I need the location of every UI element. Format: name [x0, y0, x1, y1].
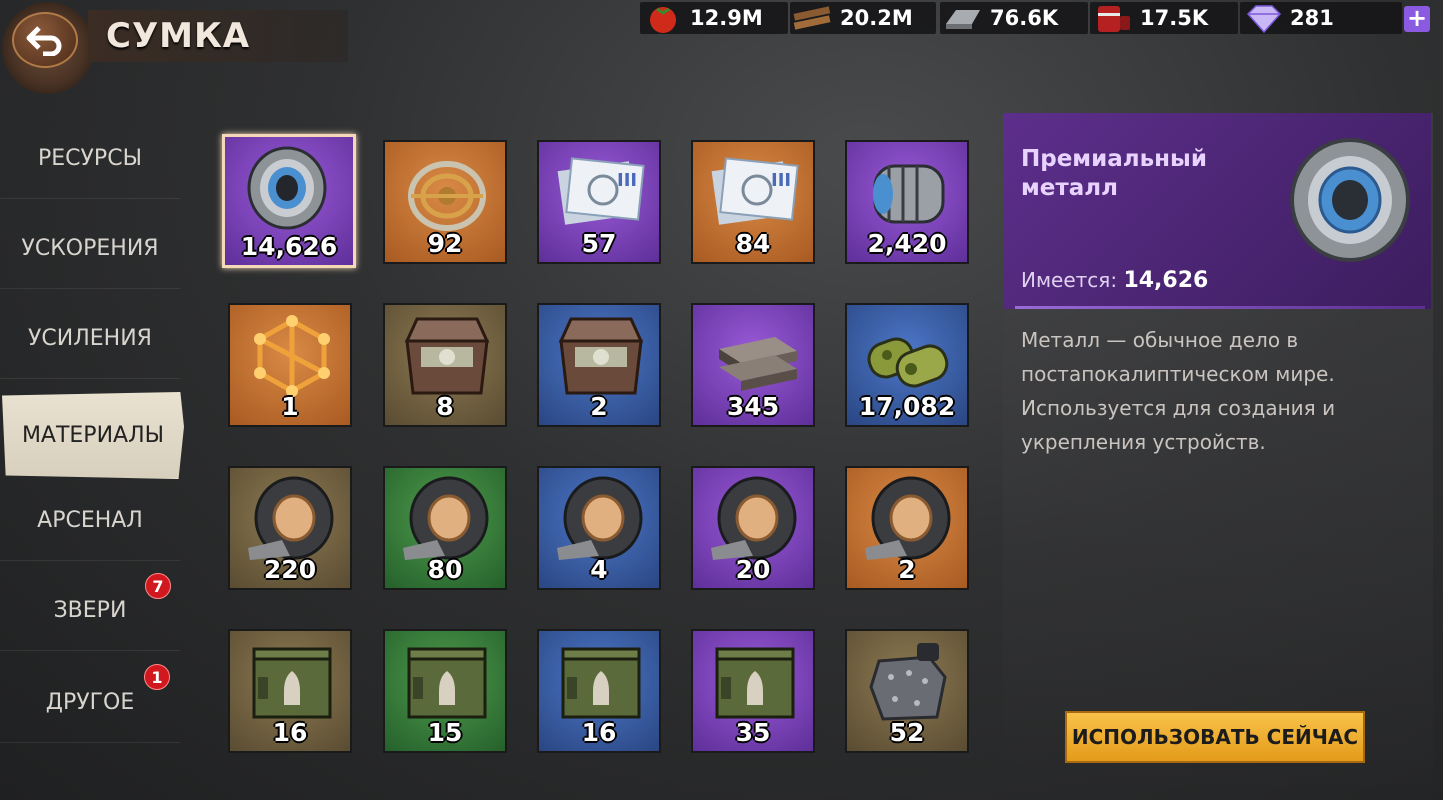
- svg-text:III: III: [771, 170, 791, 191]
- item-slot[interactable]: 345: [691, 303, 815, 427]
- item-count: 16: [581, 718, 617, 747]
- resource-value: 76.6K: [990, 6, 1059, 30]
- bearing-icon: [1290, 138, 1410, 262]
- item-slot[interactable]: 15: [383, 629, 507, 753]
- item-count: 8: [436, 392, 454, 421]
- add-diamonds-button[interactable]: +: [1404, 6, 1430, 32]
- svg-text:III: III: [617, 170, 637, 191]
- item-slot[interactable]: 2: [537, 303, 661, 427]
- item-slot[interactable]: 20: [691, 466, 815, 590]
- back-arrow-icon: [26, 26, 62, 56]
- item-count: 345: [726, 392, 780, 421]
- item-count: 2: [898, 555, 916, 584]
- steel-ingot-icon: [940, 2, 986, 34]
- resource-diamonds[interactable]: 281: [1240, 2, 1402, 34]
- tab-label: ДРУГОЕ: [45, 689, 135, 715]
- item-count: 14,626: [240, 232, 338, 261]
- item-slot[interactable]: 92: [383, 140, 507, 264]
- wood-planks-icon: [790, 2, 836, 34]
- tab-resources[interactable]: РЕСУРСЫ: [0, 118, 180, 199]
- item-count: 35: [735, 718, 771, 747]
- owned-label: Имеется:: [1021, 268, 1118, 292]
- resource-value: 12.9M: [690, 6, 763, 30]
- item-count: 16: [272, 718, 308, 747]
- back-button[interactable]: [12, 12, 78, 68]
- item-count: 20: [735, 555, 771, 584]
- item-slot[interactable]: 14,626: [222, 134, 356, 268]
- item-count: 15: [427, 718, 463, 747]
- resource-value: 20.2M: [840, 6, 913, 30]
- item-count: 92: [427, 229, 463, 258]
- item-name: Премиальный металл: [1021, 146, 1207, 201]
- item-count: 17,082: [858, 392, 956, 421]
- tab-boosts[interactable]: УСИЛЕНИЯ: [0, 298, 180, 379]
- item-count: 1: [281, 392, 299, 421]
- item-slot[interactable]: 1: [228, 303, 352, 427]
- resource-value: 281: [1290, 6, 1334, 30]
- item-slot[interactable]: 4: [537, 466, 661, 590]
- item-count: 2: [590, 392, 608, 421]
- item-slot[interactable]: 52: [845, 629, 969, 753]
- item-slot[interactable]: III 57: [537, 140, 661, 264]
- resource-steel[interactable]: 76.6K: [940, 2, 1088, 34]
- item-slot[interactable]: 2: [845, 466, 969, 590]
- use-now-button[interactable]: ИСПОЛЬЗОВАТЬ СЕЙЧАС: [1065, 711, 1365, 763]
- tab-label: МАТЕРИАЛЫ: [21, 422, 165, 448]
- item-slot[interactable]: 35: [691, 629, 815, 753]
- fuel-barrel-icon: [1090, 2, 1136, 34]
- resource-fuel[interactable]: 17.5K: [1090, 2, 1238, 34]
- item-slot[interactable]: 16: [228, 629, 352, 753]
- item-description: Металл — обычное дело в постапокалиптиче…: [1021, 328, 1336, 454]
- item-slot[interactable]: III 84: [691, 140, 815, 264]
- notification-badge: 7: [145, 573, 171, 599]
- item-slot[interactable]: 8: [383, 303, 507, 427]
- top-bar: СУМКА 12.9M 20.2M 76.6K 17.5K 281 +: [0, 0, 1443, 94]
- resource-value: 17.5K: [1140, 6, 1209, 30]
- item-slot[interactable]: 220: [228, 466, 352, 590]
- item-count: 220: [263, 555, 317, 584]
- tomato-icon: [640, 2, 686, 34]
- tab-label: УСИЛЕНИЯ: [28, 325, 152, 351]
- tab-label: УСКОРЕНИЯ: [21, 235, 159, 261]
- tab-speedups[interactable]: УСКОРЕНИЯ: [0, 208, 180, 289]
- item-slot[interactable]: 17,082: [845, 303, 969, 427]
- item-slot[interactable]: 80: [383, 466, 507, 590]
- resource-wood[interactable]: 20.2M: [790, 2, 936, 34]
- page-title: СУМКА: [106, 16, 251, 56]
- item-slot[interactable]: 16: [537, 629, 661, 753]
- divider: [1015, 306, 1425, 309]
- item-count: 2,420: [867, 229, 947, 258]
- tab-label: АРСЕНАЛ: [37, 507, 143, 533]
- tab-materials[interactable]: МАТЕРИАЛЫ: [2, 392, 184, 479]
- item-count: 52: [889, 718, 925, 747]
- tab-arsenal[interactable]: АРСЕНАЛ: [0, 480, 180, 561]
- owned-value: 14,626: [1123, 268, 1209, 293]
- tab-label: ЗВЕРИ: [53, 597, 127, 623]
- item-count: 4: [590, 555, 608, 584]
- item-count: 57: [581, 229, 617, 258]
- item-count: 84: [735, 229, 771, 258]
- notification-badge: 1: [144, 664, 170, 690]
- item-count: 80: [427, 555, 463, 584]
- owned-count: Имеется: 14,626: [1021, 268, 1208, 293]
- tab-label: РЕСУРСЫ: [38, 145, 142, 171]
- resource-food[interactable]: 12.9M: [640, 2, 788, 34]
- diamond-icon: [1240, 2, 1286, 34]
- item-slot[interactable]: 2,420: [845, 140, 969, 264]
